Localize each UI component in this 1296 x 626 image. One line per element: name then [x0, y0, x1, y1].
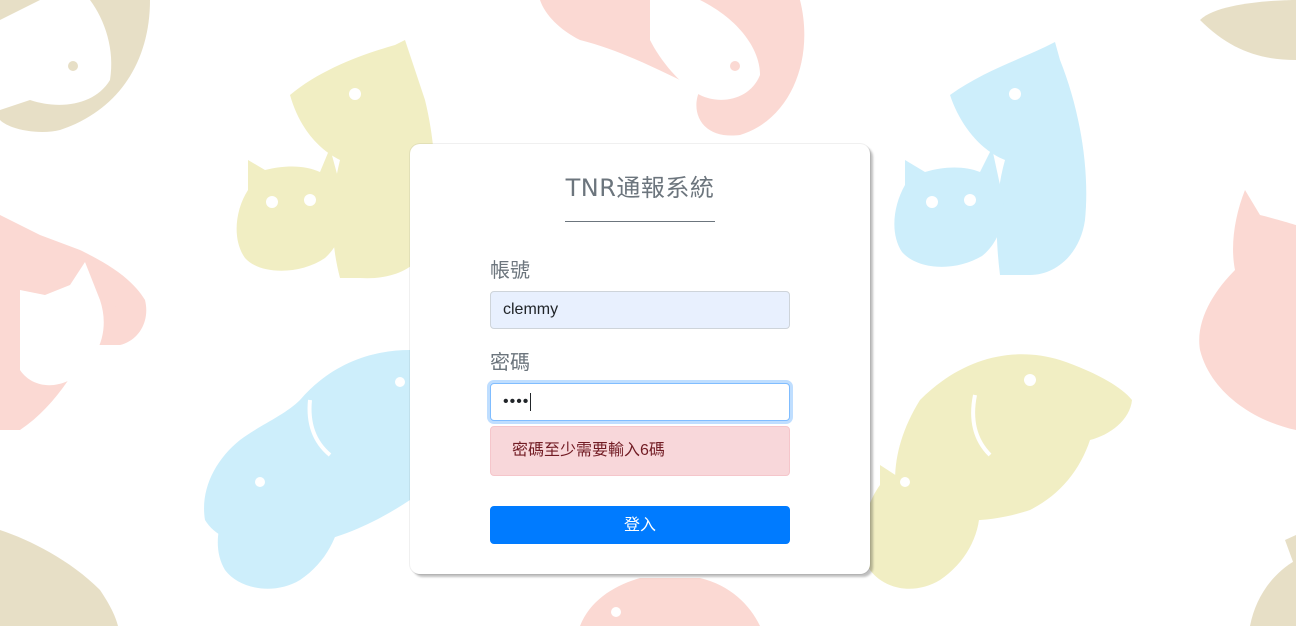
page-title: TNR通報系統: [565, 174, 715, 202]
tan-cat-silhouette-right: [1200, 0, 1296, 60]
password-error-alert: 密碼至少需要輸入6碼: [490, 426, 790, 476]
pink-cat-bottom-silhouette: [580, 578, 760, 626]
text-caret: [530, 392, 532, 411]
pink-dog-right-silhouette: [1199, 190, 1296, 430]
password-masked-value: ••••: [503, 393, 530, 410]
username-label: 帳號: [490, 258, 530, 282]
blue-cat-dog-silhouette: [894, 42, 1087, 275]
tan-cat-silhouette: [0, 0, 150, 132]
username-input[interactable]: clemmy: [490, 291, 790, 329]
yellow-dog-cat-silhouette: [863, 354, 1132, 589]
login-card: TNR通報系統 帳號 clemmy 密碼 •••• 密碼至少需要輸入6碼 登入: [410, 144, 870, 574]
tan-cat-bottom-right-silhouette: [1250, 535, 1296, 626]
blue-dog-cat-silhouette: [204, 350, 410, 589]
password-label: 密碼: [490, 350, 530, 374]
pink-cat-silhouette: [540, 0, 805, 136]
password-input[interactable]: ••••: [490, 383, 790, 421]
title-divider: [565, 221, 715, 222]
login-button[interactable]: 登入: [490, 506, 790, 544]
yellow-cat-dog-silhouette: [236, 40, 436, 279]
pink-cat-left-silhouette: [0, 215, 147, 430]
tan-cat-bottom-left-silhouette: [0, 530, 118, 626]
username-value: clemmy: [503, 301, 559, 318]
